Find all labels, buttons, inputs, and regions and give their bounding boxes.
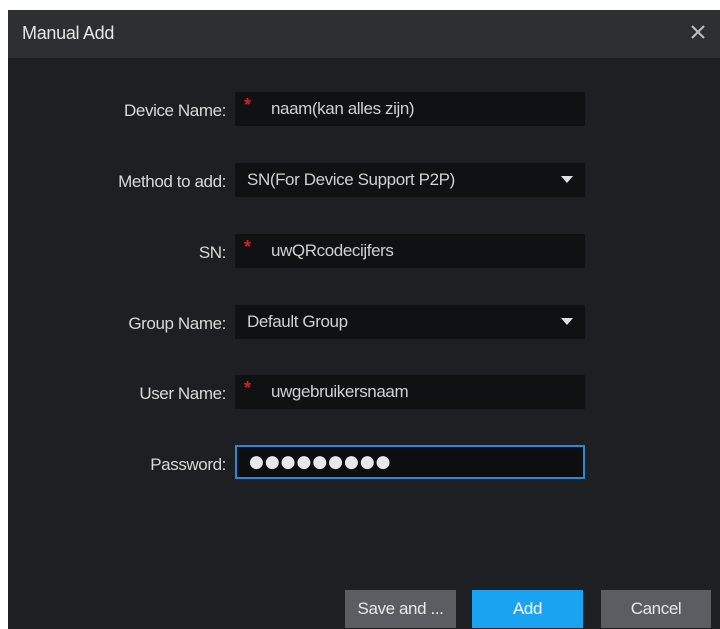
required-marker: * — [244, 95, 252, 115]
cancel-button[interactable]: Cancel — [601, 590, 711, 628]
device-name-label: Device Name: — [124, 101, 226, 120]
sn-label: SN: — [198, 243, 227, 262]
chevron-down-icon — [561, 176, 573, 183]
sn-value: uwQRcodecijfers — [271, 241, 394, 260]
close-icon[interactable] — [686, 20, 710, 44]
group-name-select[interactable]: Default Group — [235, 305, 585, 339]
device-name-field[interactable]: * naam(kan alles zijn) — [235, 92, 585, 126]
method-to-add-label: Method to add: — [118, 172, 226, 191]
password-label: Password: — [150, 455, 226, 474]
user-name-label: User Name: — [139, 384, 226, 403]
required-marker: * — [244, 237, 252, 257]
required-marker: * — [244, 378, 252, 398]
user-name-field[interactable]: * uwgebruikersnaam — [235, 375, 585, 409]
password-value: ●●●●●●●●● — [249, 452, 392, 472]
add-button[interactable]: Add — [472, 590, 583, 628]
group-name-label: Group Name: — [128, 314, 226, 333]
method-to-add-select[interactable]: SN(For Device Support P2P) — [235, 163, 585, 197]
save-and-button[interactable]: Save and ... — [345, 590, 456, 628]
device-name-value: naam(kan alles zijn) — [271, 99, 415, 118]
user-name-value: uwgebruikersnaam — [271, 382, 409, 401]
dialog-titlebar: Manual Add — [8, 10, 720, 58]
sn-field[interactable]: * uwQRcodecijfers — [235, 234, 585, 268]
method-to-add-value: SN(For Device Support P2P) — [247, 170, 455, 189]
chevron-down-icon — [561, 318, 573, 325]
manual-add-dialog: Manual Add Device Name: * naam(kan alles… — [8, 10, 720, 629]
group-name-value: Default Group — [247, 312, 348, 331]
password-field[interactable]: ●●●●●●●●● — [235, 445, 585, 479]
dialog-title: Manual Add — [22, 23, 115, 43]
